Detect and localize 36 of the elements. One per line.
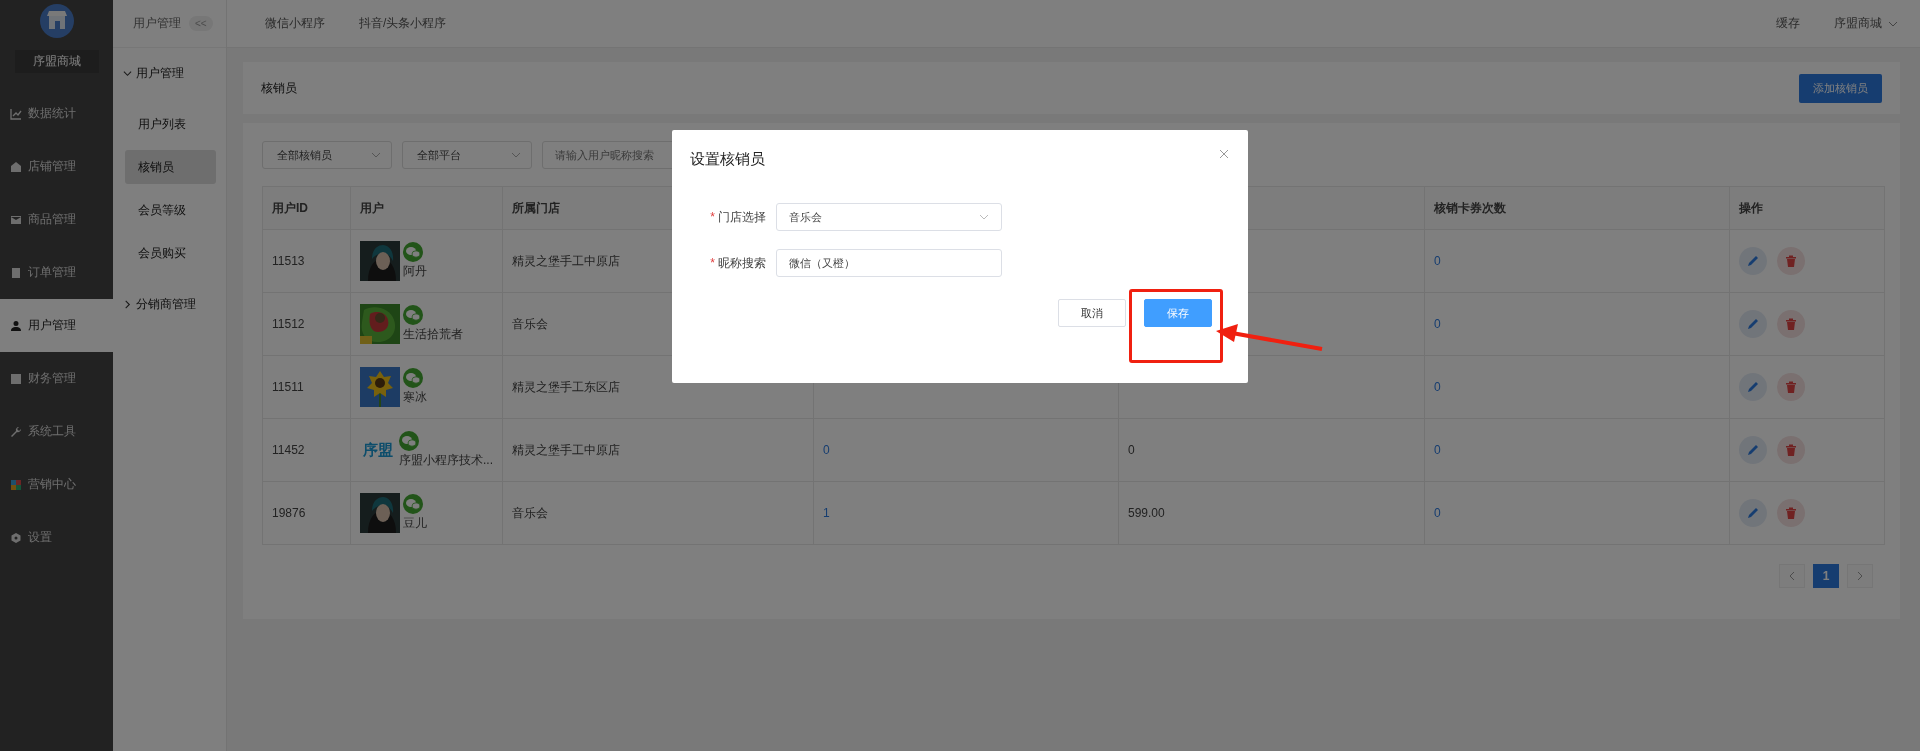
table-cell: 11513 [272,254,305,268]
table-cell: 0 [1434,254,1441,268]
table-cell: 0 [1128,443,1135,457]
column-header: 核销卡券次数 [1434,200,1506,215]
column-header: 用户ID [272,200,308,215]
column-header: 用户 [360,200,384,215]
page-title: 核销员 [261,79,297,97]
avatar-logo: 序盟 [362,440,394,460]
user-name: 生活拾荒者 [403,326,463,343]
user-name: 序盟小程序技术... [399,452,493,469]
table-cell: 19876 [272,506,306,520]
table-cell: 1 [823,506,830,520]
table-cell: 精灵之堡手工中原店 [512,442,620,457]
user-name: 寒冰 [403,389,427,406]
table-cell: 0 [1434,380,1441,394]
field-label: * 昵称搜索 [709,254,766,272]
section-title: 用户管理 [133,15,181,32]
table-cell: 精灵之堡手工东区店 [512,379,620,394]
user-name: 豆儿 [403,515,427,532]
table-cell: 11452 [272,443,305,457]
table-cell: 599.00 [1128,506,1165,520]
table-cell: 0 [1434,317,1441,331]
column-header: 操作 [1739,200,1763,215]
user-name: 阿丹 [403,263,427,280]
column-header: 所属门店 [512,200,560,215]
table-cell: 音乐会 [512,505,548,520]
table-cell: 0 [823,443,830,457]
table-cell: 0 [1434,506,1441,520]
brand-name: 序盟商城 [14,50,99,73]
table-cell: 0 [1434,443,1441,457]
table-cell: 音乐会 [512,316,548,331]
table-cell: 精灵之堡手工中原店 [512,253,620,268]
field-label: * 门店选择 [709,208,766,226]
dialog-title: 设置核销员 [690,150,765,169]
table-cell: 11511 [272,380,304,394]
table-cell: 11512 [272,317,305,331]
